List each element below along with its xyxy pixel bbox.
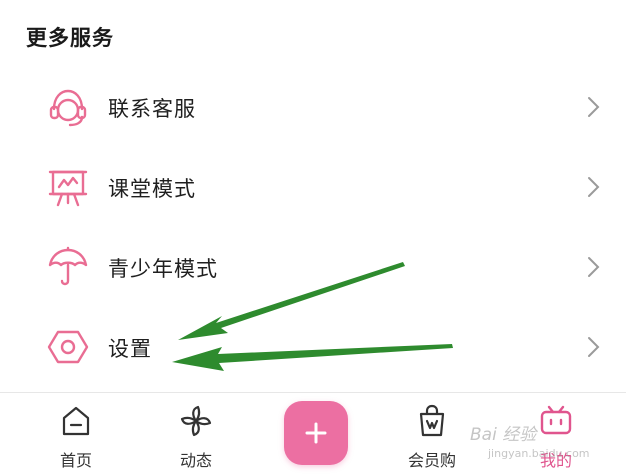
chevron-right-icon [588, 177, 600, 197]
section-title: 更多服务 [26, 26, 114, 50]
tab-dynamics[interactable]: 动态 [156, 393, 236, 476]
menu-item-label: 联系客服 [108, 97, 196, 121]
tab-label: 会员购 [407, 451, 456, 470]
pinwheel-icon [180, 405, 212, 437]
menu-item-contact-support[interactable]: 联系客服 [0, 67, 626, 147]
watermark-sub: jingyan.baidu.com [488, 447, 590, 460]
chevron-right-icon [588, 97, 600, 117]
whiteboard-icon [48, 170, 88, 207]
plus-icon [305, 422, 327, 444]
tab-member-shop[interactable]: 会员购 [392, 393, 472, 476]
umbrella-icon [48, 246, 88, 286]
publish-button[interactable] [284, 401, 348, 465]
home-icon [62, 406, 90, 436]
shopping-bag-icon [419, 404, 445, 437]
menu-item-classroom-mode[interactable]: 课堂模式 [0, 147, 626, 227]
headset-icon [49, 89, 87, 127]
menu-item-youth-mode[interactable]: 青少年模式 [0, 227, 626, 307]
tab-label: 动态 [179, 451, 212, 470]
hexagon-settings-icon [47, 330, 89, 364]
tab-home[interactable]: 首页 [36, 393, 116, 476]
menu-item-label: 课堂模式 [108, 177, 196, 201]
watermark: Bai 经验 [470, 425, 537, 445]
menu-item-settings[interactable]: 设置 [0, 307, 626, 387]
tab-label: 首页 [59, 451, 92, 470]
chevron-right-icon [588, 257, 600, 277]
chevron-right-icon [588, 337, 600, 357]
menu-item-label: 青少年模式 [108, 257, 218, 281]
menu-item-label: 设置 [108, 337, 152, 361]
tv-icon [540, 405, 572, 435]
